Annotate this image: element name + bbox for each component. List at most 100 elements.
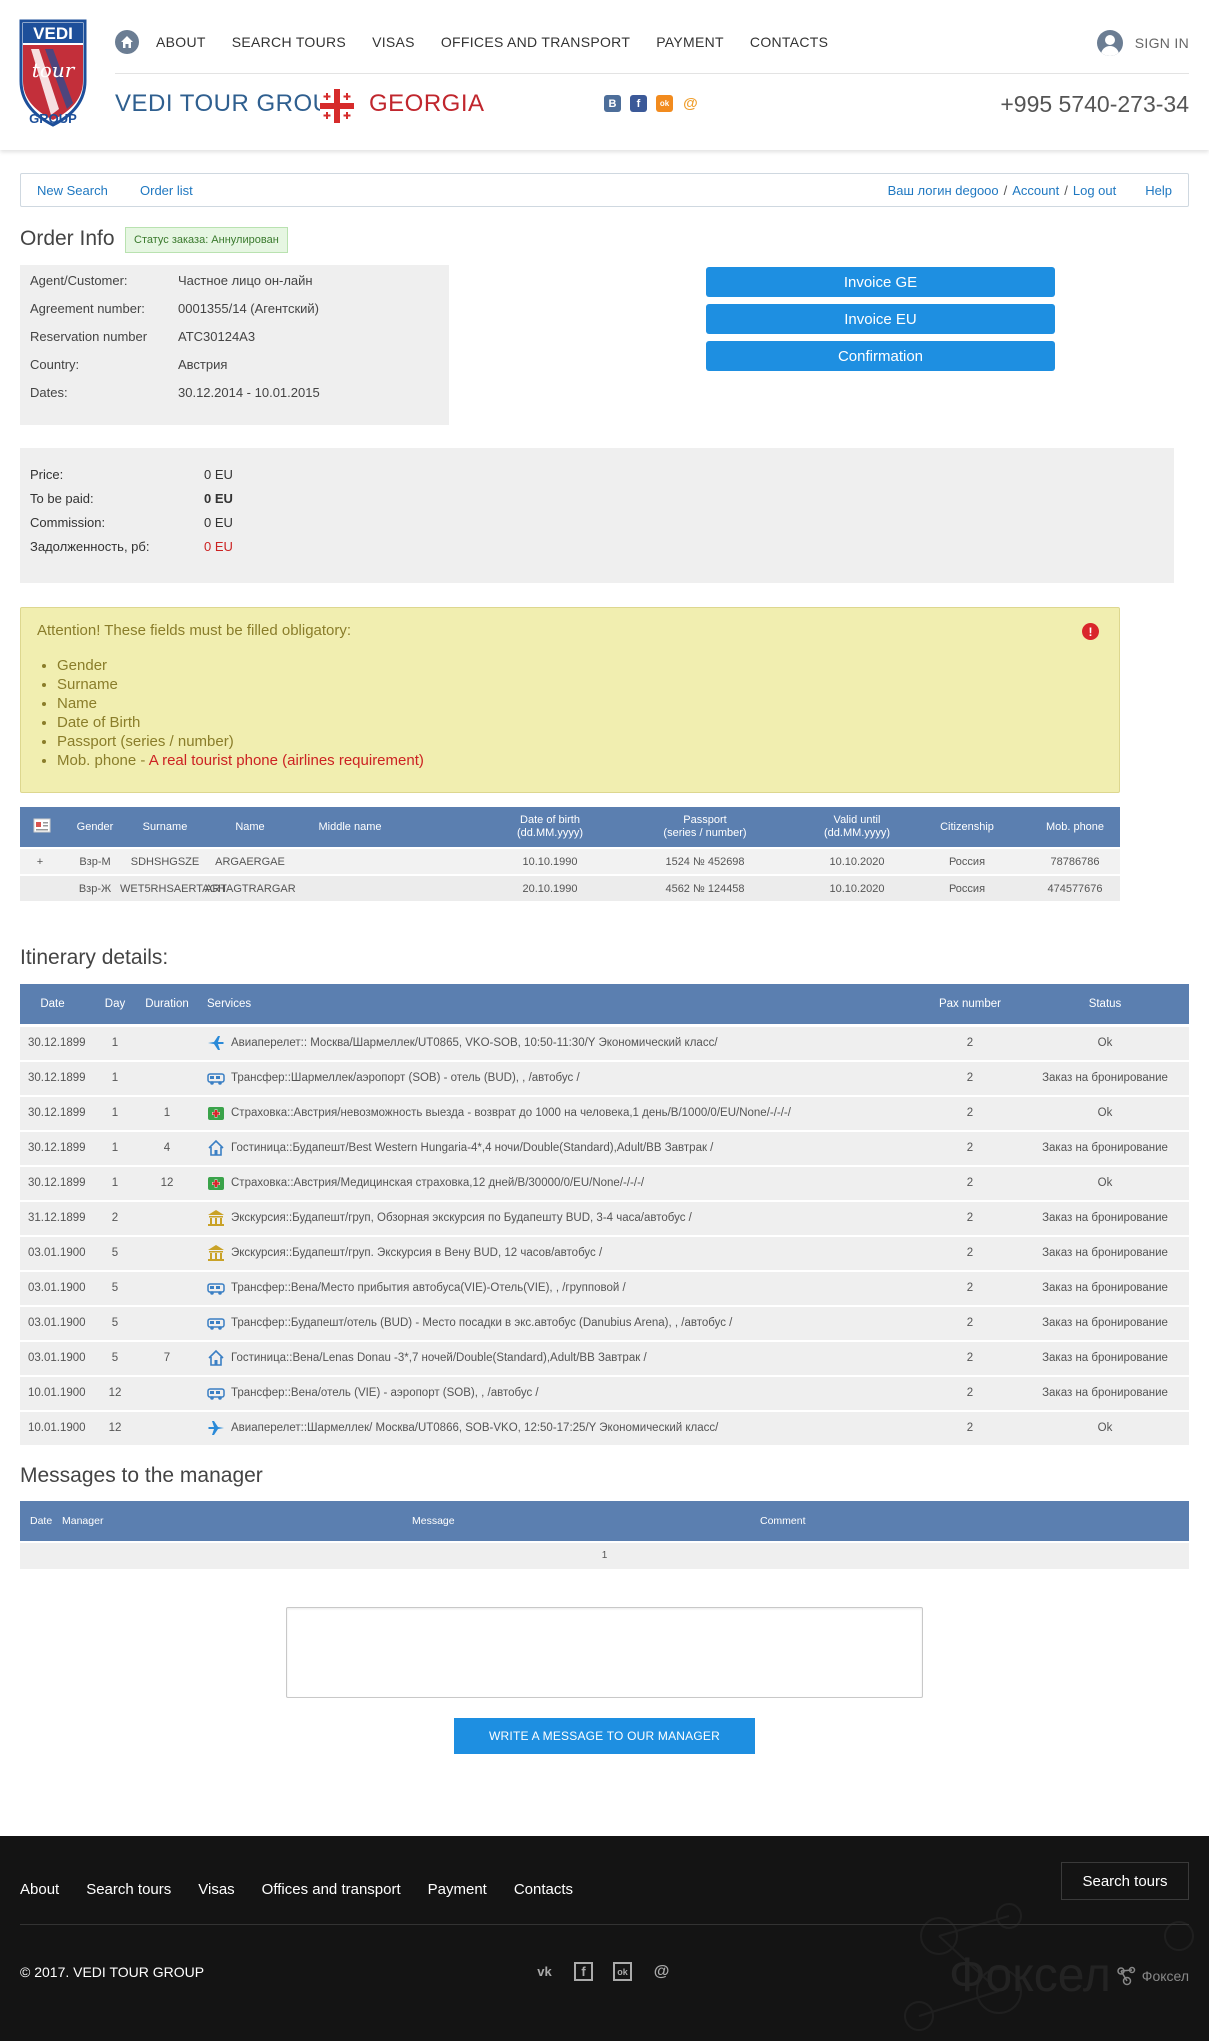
detail-value: Австрия bbox=[178, 357, 228, 372]
cell-service[interactable]: Трансфер::Шармеллек/аэропорт (SOB) - оте… bbox=[231, 1072, 580, 1084]
nav-contacts[interactable]: CONTACTS bbox=[750, 34, 828, 50]
nav-search-tours[interactable]: SEARCH TOURS bbox=[232, 34, 346, 50]
cell-service[interactable]: Трансфер::Будапешт/отель (BUD) - Место п… bbox=[231, 1317, 732, 1329]
column-header-label: Middle name bbox=[318, 821, 382, 833]
message-input[interactable] bbox=[286, 1607, 923, 1698]
cell-service[interactable]: Страховка::Австрия/Медицинская страховка… bbox=[231, 1177, 644, 1189]
cell-valid-until: 10.10.2020 bbox=[829, 856, 885, 868]
cell-service[interactable]: Страховка::Австрия/невозможность выезда … bbox=[231, 1107, 791, 1119]
footer-link-visas[interactable]: Visas bbox=[198, 1881, 234, 1898]
home-icon[interactable] bbox=[115, 30, 139, 54]
table-row[interactable]: + Взр-М SDHSHGSZE ARGAERGAE 10.10.1990 1… bbox=[20, 849, 1120, 874]
odnoklassniki-icon[interactable]: ok bbox=[656, 95, 673, 112]
svg-text:GROUP: GROUP bbox=[29, 111, 77, 126]
cell-service[interactable]: Трансфер::Вена/отель (VIE) - аэропорт (S… bbox=[231, 1387, 539, 1399]
table-row[interactable]: 10.01.1900 12 Трансфер::Вена/отель (VIE) -… bbox=[20, 1377, 1189, 1410]
write-message-button[interactable]: WRITE A MESSAGE TO OUR MANAGER bbox=[454, 1718, 755, 1754]
log-out-link[interactable]: Log out bbox=[1073, 183, 1116, 198]
cell-date: 10.01.1900 bbox=[28, 1422, 86, 1434]
cell-pax: 2 bbox=[966, 1282, 974, 1294]
order-list-link[interactable]: Order list bbox=[140, 183, 193, 198]
confirmation-button[interactable]: Confirmation bbox=[706, 341, 1055, 371]
cell-name: ARTAGTRARGAR bbox=[205, 883, 296, 895]
invoice-ge-button[interactable]: Invoice GE bbox=[706, 267, 1055, 297]
vk-icon[interactable]: В bbox=[604, 95, 621, 112]
table-row[interactable]: 30.12.1899 1 Авиаперелет:: Москва/Шармелле… bbox=[20, 1027, 1189, 1060]
mail-icon[interactable]: @ bbox=[652, 1962, 671, 1981]
table-row[interactable]: Взр-Ж WET5RHSAERTAGH ARTAGTRARGAR 20.10.… bbox=[20, 876, 1120, 901]
table-row[interactable]: 03.01.1900 5 Экскурсия::Будапешт/груп. Экс… bbox=[20, 1237, 1189, 1270]
itinerary-title: Itinerary details: bbox=[20, 946, 169, 969]
user-icon bbox=[1096, 30, 1123, 56]
developer-name: Фоксел bbox=[1141, 1968, 1189, 1984]
cell-pax: 2 bbox=[966, 1177, 974, 1189]
cell-service[interactable]: Гостиница::Будапешт/Best Western Hungari… bbox=[231, 1142, 713, 1154]
cell-date: 30.12.1899 bbox=[28, 1072, 86, 1084]
developer-credit[interactable]: Фоксел bbox=[1116, 1966, 1189, 1986]
table-row[interactable]: 30.12.1899 1 4 Гостиница::Будапешт/Best Wes… bbox=[20, 1132, 1189, 1165]
sign-in-link[interactable]: SIGN IN bbox=[1096, 30, 1189, 56]
column-header: Date bbox=[40, 998, 65, 1010]
invoice-eu-button[interactable]: Invoice EU bbox=[706, 304, 1055, 334]
cell-duration: 12 bbox=[160, 1177, 174, 1189]
cell-day: 12 bbox=[108, 1387, 122, 1399]
column-header: Date bbox=[30, 1515, 53, 1527]
cell-status: Ok bbox=[1097, 1037, 1113, 1049]
column-header: Valid until (dd.MM.yyyy) bbox=[824, 814, 890, 839]
column-header: Surname bbox=[142, 821, 188, 833]
sign-in-label: SIGN IN bbox=[1134, 35, 1189, 51]
cell-day: 2 bbox=[111, 1212, 119, 1224]
page-number[interactable]: 1 bbox=[20, 1550, 1189, 1561]
cell-date: 03.01.1900 bbox=[28, 1352, 86, 1364]
table-row[interactable]: 03.01.1900 5 7 Гостиница::Вена/Lenas Donau … bbox=[20, 1342, 1189, 1375]
nav-visas[interactable]: VISAS bbox=[372, 34, 415, 50]
table-row[interactable]: 03.01.1900 5 Трансфер::Вена/Место прибытия… bbox=[20, 1272, 1189, 1305]
site-footer: Фоксел About Search tours Visas Offices … bbox=[0, 1836, 1209, 2041]
museum-icon bbox=[207, 1209, 225, 1227]
new-search-link[interactable]: New Search bbox=[37, 183, 108, 198]
nav-offices-transport[interactable]: OFFICES AND TRANSPORT bbox=[441, 34, 630, 50]
cell-valid-until: 10.10.2020 bbox=[829, 883, 885, 895]
nav-about[interactable]: ABOUT bbox=[156, 34, 206, 50]
expand-toggle[interactable]: + bbox=[20, 856, 60, 868]
svg-text:VEDI: VEDI bbox=[33, 24, 73, 43]
table-row[interactable]: 30.12.1899 1 1 Страховка::Австрия/невозможн… bbox=[20, 1097, 1189, 1130]
table-row[interactable]: 10.01.1900 12 Авиаперелет::Шармеллек/ Моск… bbox=[20, 1412, 1189, 1445]
cell-service[interactable]: Экскурсия::Будапешт/груп, Обзорная экску… bbox=[231, 1212, 692, 1224]
login-info[interactable]: Ваш логин degooo bbox=[888, 183, 999, 198]
odnoklassniki-icon[interactable]: ok bbox=[613, 1962, 632, 1981]
footer-search-tours-button[interactable]: Search tours bbox=[1061, 1862, 1189, 1900]
error-icon: ! bbox=[1082, 623, 1099, 640]
nav-payment[interactable]: PAYMENT bbox=[656, 34, 724, 50]
cell-service[interactable]: Экскурсия::Будапешт/груп. Экскурсия в Ве… bbox=[231, 1247, 602, 1259]
cell-date: 03.01.1900 bbox=[28, 1247, 86, 1259]
header-socials: В f ok @ bbox=[604, 95, 699, 112]
footer-link-search-tours[interactable]: Search tours bbox=[86, 1881, 171, 1898]
facebook-icon[interactable]: f bbox=[574, 1962, 593, 1981]
cell-date: 03.01.1900 bbox=[28, 1317, 86, 1329]
mail-icon[interactable]: @ bbox=[682, 95, 699, 112]
footer-link-about[interactable]: About bbox=[20, 1881, 59, 1898]
cell-service[interactable]: Авиаперелет::Шармеллек/ Москва/UT0866, S… bbox=[231, 1422, 718, 1434]
vedi-tour-logo[interactable]: VEDI tour GROUP bbox=[19, 19, 87, 127]
cell-citizenship: Россия bbox=[948, 883, 986, 895]
facebook-icon[interactable]: f bbox=[630, 95, 647, 112]
cell-service[interactable]: Авиаперелет:: Москва/Шармеллек/UT0865, V… bbox=[231, 1037, 718, 1049]
phone-requirement-note: A real tourist phone (airlines requireme… bbox=[148, 752, 424, 769]
table-row[interactable]: 30.12.1899 1 Трансфер::Шармеллек/аэропорт … bbox=[20, 1062, 1189, 1095]
footer-link-contacts[interactable]: Contacts bbox=[514, 1881, 573, 1898]
column-header: Date of birth (dd.MM.yyyy) bbox=[517, 814, 583, 839]
phone-number[interactable]: +995 5740-273-34 bbox=[1000, 91, 1189, 118]
cell-service[interactable]: Гостиница::Вена/Lenas Donau -3*,7 ночей/… bbox=[231, 1352, 647, 1364]
table-row[interactable]: 31.12.1899 2 Экскурсия::Будапешт/груп, Обз… bbox=[20, 1202, 1189, 1235]
footer-link-offices[interactable]: Offices and transport bbox=[262, 1881, 401, 1898]
cell-service[interactable]: Трансфер::Вена/Место прибытия автобуса(V… bbox=[231, 1282, 626, 1294]
table-row[interactable]: 30.12.1899 1 12 Страховка::Австрия/Медицинс… bbox=[20, 1167, 1189, 1200]
vk-icon[interactable]: vk bbox=[535, 1962, 554, 1981]
help-link[interactable]: Help bbox=[1145, 183, 1172, 198]
table-row[interactable]: 03.01.1900 5 Трансфер::Будапешт/отель (BUD… bbox=[20, 1307, 1189, 1340]
bus-icon bbox=[207, 1314, 225, 1332]
footer-link-payment[interactable]: Payment bbox=[428, 1881, 487, 1898]
cell-pax: 2 bbox=[966, 1107, 974, 1119]
account-link[interactable]: Account bbox=[1012, 183, 1059, 198]
